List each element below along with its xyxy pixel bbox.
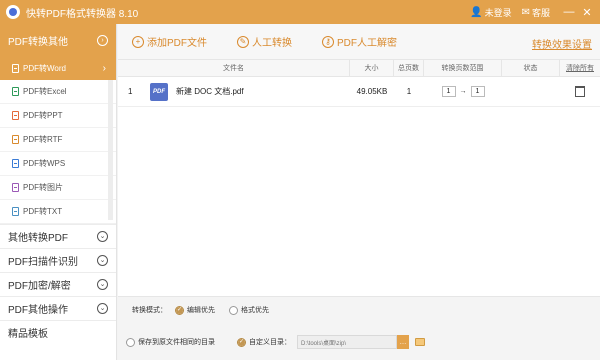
sidebar-item-label: PDF转PPT <box>23 111 63 120</box>
login-label: 未登录 <box>484 7 512 18</box>
key-icon: ⚷ <box>322 35 334 48</box>
custom-dir-input[interactable]: D:\tools\桌面\zip\ <box>297 335 397 349</box>
arrow-right-icon: → <box>459 88 467 95</box>
trash-icon[interactable] <box>575 86 585 97</box>
sidebar-item-pdf-word[interactable]: PDF转Word › <box>0 56 116 80</box>
sidebar-item-label: PDF转Word <box>23 63 66 73</box>
sidebar-category-label: 精品模板 <box>8 329 48 340</box>
close-icon[interactable]: ✕ <box>578 6 596 19</box>
sidebar-item-pdf-rtf[interactable]: PDF转RTF <box>0 128 116 152</box>
row-pages: 1 <box>406 87 412 96</box>
bottom-panel: 转换模式： 编辑优先 格式优先 保存到原文件相同的目录 自定义目录： D:\to… <box>118 296 600 360</box>
mail-label: 客服 <box>531 7 550 18</box>
format-priority-radio[interactable] <box>229 305 238 315</box>
manual-convert-button[interactable]: ✎ 人工转换 <box>237 34 292 49</box>
image-doc-icon <box>12 183 19 192</box>
login-link[interactable]: 👤 未登录 <box>470 6 511 19</box>
mail-icon: ✉ <box>521 6 530 18</box>
sidebar-item-label: PDF转WPS <box>23 159 66 168</box>
row-index: 1 <box>128 87 133 96</box>
chevron-right-icon: › <box>97 34 108 46</box>
minimize-icon[interactable]: — <box>560 6 578 18</box>
app-logo-icon <box>6 5 20 19</box>
sidebar-item-label: PDF转图片 <box>23 183 63 192</box>
toolbar: + 添加PDF文件 ✎ 人工转换 ⚷ PDF人工解密 转换效果设置 <box>118 24 600 60</box>
sidebar-category-label: PDF扫描件识别 <box>8 257 78 268</box>
same-dir-label: 保存到原文件相同的目录 <box>138 339 215 346</box>
manual-decrypt-button[interactable]: ⚷ PDF人工解密 <box>322 34 397 49</box>
col-range: 转换页数范围 <box>424 60 502 76</box>
chevron-down-icon: ⌄ <box>97 231 108 242</box>
clear-all-link[interactable]: 清除所有 <box>560 60 600 76</box>
wps-doc-icon <box>12 159 19 168</box>
table-row[interactable]: 1 PDF 新建 DOC 文档.pdf 49.05KB 1 1 → 1 <box>118 77 600 107</box>
sidebar-category-label: 其他转换PDF <box>8 233 68 244</box>
word-doc-icon <box>12 63 19 73</box>
excel-doc-icon <box>12 87 19 96</box>
sidebar-category-ocr[interactable]: PDF扫描件识别 ⌄ <box>0 248 116 272</box>
user-icon: 👤 <box>470 6 483 18</box>
sidebar-item-pdf-wps[interactable]: PDF转WPS <box>0 152 116 176</box>
manual-convert-label: 人工转换 <box>252 38 292 49</box>
chevron-down-icon: ⌄ <box>97 255 108 266</box>
col-status: 状态 <box>502 60 560 76</box>
range-from-input[interactable]: 1 <box>441 86 456 97</box>
custom-dir-radio[interactable] <box>237 337 246 347</box>
file-table: 文件名 大小 总页数 转换页数范围 状态 清除所有 1 PDF 新建 DOC 文… <box>118 60 600 296</box>
convert-mode-row: 转换模式： 编辑优先 格式优先 <box>132 305 269 315</box>
row-filename: 新建 DOC 文档.pdf <box>176 87 244 96</box>
effect-settings-link[interactable]: 转换效果设置 <box>532 36 592 51</box>
pen-icon: ✎ <box>237 35 249 48</box>
sidebar-category-other-ops[interactable]: PDF其他操作 ⌄ <box>0 296 116 320</box>
sidebar-header-label: PDF转换其他 <box>8 36 68 48</box>
mail-link[interactable]: ✉ 客服 <box>522 6 550 19</box>
sidebar-item-pdf-txt[interactable]: PDF转TXT <box>0 200 116 224</box>
add-pdf-button[interactable]: + 添加PDF文件 <box>132 34 207 49</box>
title-bar: 快转PDF格式转换器 8.10 👤 未登录 ✉ 客服 — ✕ <box>0 0 600 24</box>
folder-icon[interactable] <box>415 338 425 346</box>
sidebar-item-label: PDF转RTF <box>23 135 63 144</box>
sidebar-scrollbar[interactable] <box>108 80 113 220</box>
sidebar-category-templates[interactable]: 精品模板 <box>0 320 116 344</box>
txt-doc-icon <box>12 207 19 216</box>
rtf-doc-icon <box>12 135 19 144</box>
format-priority-label: 格式优先 <box>241 307 269 314</box>
sidebar-item-pdf-ppt[interactable]: PDF转PPT <box>0 104 116 128</box>
sidebar-category-other-to-pdf[interactable]: 其他转换PDF ⌄ <box>0 224 116 248</box>
row-size: 49.05KB <box>356 87 388 96</box>
same-dir-radio[interactable] <box>126 337 135 347</box>
col-pages: 总页数 <box>394 60 424 76</box>
edit-priority-label: 编辑优先 <box>187 307 215 314</box>
sidebar-item-pdf-image[interactable]: PDF转图片 <box>0 176 116 200</box>
output-dir-row: 保存到原文件相同的目录 自定义目录： D:\tools\桌面\zip\ … <box>126 335 425 349</box>
edit-priority-radio[interactable] <box>175 305 184 315</box>
sidebar-item-label: PDF转Excel <box>23 87 67 96</box>
sidebar: PDF转换其他 › PDF转Word › PDF转Excel PDF转PPT P… <box>0 24 117 360</box>
col-filename: 文件名 <box>118 60 350 76</box>
custom-dir-label: 自定义目录： <box>249 339 291 346</box>
sidebar-category-encrypt[interactable]: PDF加密/解密 ⌄ <box>0 272 116 296</box>
sidebar-item-pdf-excel[interactable]: PDF转Excel <box>0 80 116 104</box>
app-title: 快转PDF格式转换器 8.10 <box>26 8 139 20</box>
browse-button[interactable]: … <box>397 335 409 349</box>
chevron-down-icon: ⌄ <box>97 303 108 314</box>
table-header: 文件名 大小 总页数 转换页数范围 状态 清除所有 <box>118 60 600 77</box>
convert-mode-label: 转换模式： <box>132 307 167 314</box>
manual-decrypt-label: PDF人工解密 <box>337 38 397 49</box>
pdf-file-icon: PDF <box>150 82 168 101</box>
plus-icon: + <box>132 35 144 48</box>
sidebar-category-label: PDF其他操作 <box>8 305 68 316</box>
ppt-doc-icon <box>12 111 19 120</box>
range-to-input[interactable]: 1 <box>470 86 485 97</box>
col-size: 大小 <box>350 60 394 76</box>
chevron-right-icon: › <box>102 62 106 74</box>
add-pdf-label: 添加PDF文件 <box>147 38 207 49</box>
sidebar-header[interactable]: PDF转换其他 › <box>0 24 116 56</box>
sidebar-category-label: PDF加密/解密 <box>8 281 71 292</box>
chevron-down-icon: ⌄ <box>97 279 108 290</box>
sidebar-item-label: PDF转TXT <box>23 207 63 216</box>
